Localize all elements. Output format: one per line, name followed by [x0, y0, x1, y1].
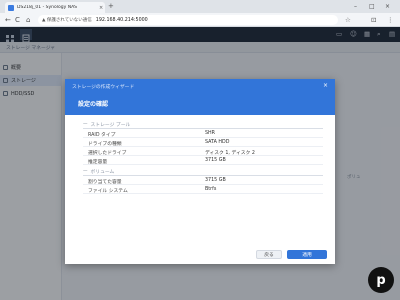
section-label: ボリューム	[90, 169, 115, 175]
reload-icon[interactable]: C	[15, 15, 20, 25]
security-warning[interactable]: ▲ 保護されていない通信	[42, 17, 92, 23]
minimize-icon[interactable]: –	[354, 2, 357, 11]
back-icon[interactable]: ←	[5, 15, 11, 25]
storage-wizard-dialog: ストレージの作成ウィザード 設定の確認 × — ストレージ プール RAID タ…	[65, 79, 335, 264]
tab-title: DS218j_01 - Synology NAS	[17, 5, 78, 10]
apply-button[interactable]: 適用	[287, 250, 327, 259]
summary-row: 推定容量 3715 GB	[83, 156, 323, 165]
row-label: 選択したドライブ	[88, 151, 127, 156]
summary-row: 選択したドライブ ディスク 1, ディスク 2	[83, 147, 323, 156]
section-volume[interactable]: — ボリューム	[83, 167, 323, 176]
collapse-icon[interactable]: —	[83, 169, 88, 174]
back-button[interactable]: 戻る	[256, 250, 282, 259]
synology-favicon-icon	[8, 4, 14, 11]
row-value: 3715 GB	[205, 178, 226, 183]
corner-logo: p	[368, 267, 394, 293]
extensions-icon[interactable]: ⊡	[371, 15, 376, 25]
browser-menu-icon[interactable]: ⋮	[387, 15, 394, 25]
row-label: ファイル システム	[88, 189, 128, 194]
url-field[interactable]: ▲ 保護されていない通信 192.168.40.214:5000	[38, 15, 338, 25]
home-icon[interactable]: ⌂	[26, 15, 30, 25]
row-label: 推定容量	[88, 160, 108, 165]
row-value: 3715 GB	[205, 158, 226, 163]
tab-close-icon[interactable]: ×	[99, 5, 103, 11]
row-value: SHR	[205, 131, 215, 136]
address-bar-row: ← C ⌂ ▲ 保護されていない通信 192.168.40.214:5000 ☆…	[0, 13, 400, 27]
summary-row: ファイル システム Btrfs	[83, 185, 323, 194]
window-close-icon[interactable]: ×	[385, 2, 390, 11]
browser-tab-bar: DS218j_01 - Synology NAS × + – □ ×	[0, 0, 400, 13]
row-label: RAID タイプ	[88, 133, 116, 138]
section-label: ストレージ プール	[90, 122, 131, 128]
maximize-icon[interactable]: □	[369, 2, 375, 11]
row-label: 割り当てた容量	[88, 180, 122, 185]
row-value: SATA HDD	[205, 140, 230, 145]
url-text: 192.168.40.214:5000	[95, 17, 148, 23]
dialog-close-icon[interactable]: ×	[323, 82, 328, 89]
new-tab-icon[interactable]: +	[108, 2, 114, 11]
collapse-icon[interactable]: —	[83, 122, 88, 127]
dialog-title: 設定の確認	[78, 101, 109, 108]
summary-row: RAID タイプ SHR	[83, 129, 323, 138]
row-label: ドライブの種類	[88, 142, 122, 147]
browser-tab[interactable]: DS218j_01 - Synology NAS ×	[5, 2, 105, 13]
summary-row: 割り当てた容量 3715 GB	[83, 176, 323, 185]
wizard-title: ストレージの作成ウィザード	[72, 85, 135, 90]
summary-row: ドライブの種類 SATA HDD	[83, 138, 323, 147]
row-value: ディスク 1, ディスク 2	[205, 151, 255, 156]
dialog-header: ストレージの作成ウィザード 設定の確認 ×	[65, 79, 335, 115]
section-storage-pool[interactable]: — ストレージ プール	[83, 120, 323, 129]
bookmark-star-icon[interactable]: ☆	[345, 15, 351, 25]
row-value: Btrfs	[205, 187, 217, 192]
